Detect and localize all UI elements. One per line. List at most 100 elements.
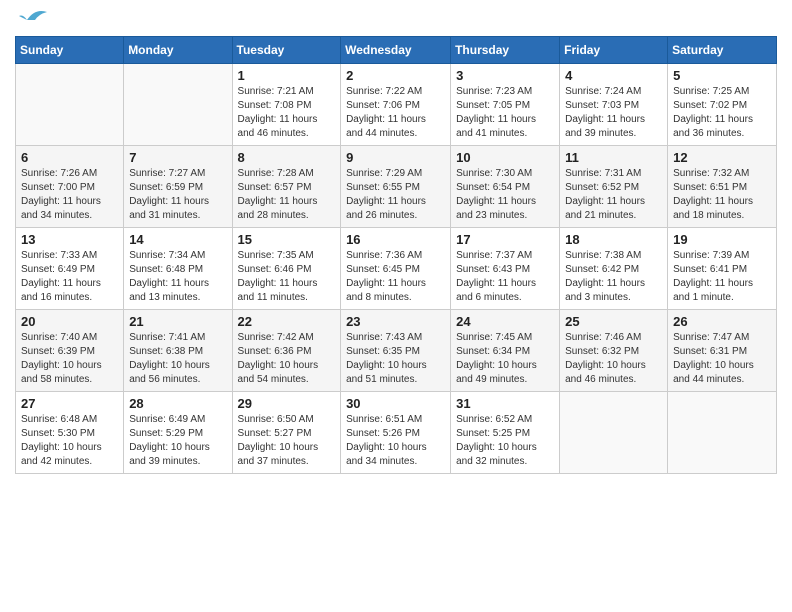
logo-bird-icon — [19, 6, 49, 28]
calendar-cell — [124, 64, 232, 146]
calendar-cell: 17Sunrise: 7:37 AMSunset: 6:43 PMDayligh… — [451, 228, 560, 310]
day-info: Sunrise: 7:39 AMSunset: 6:41 PMDaylight:… — [673, 249, 771, 305]
day-number: 14 — [129, 232, 226, 247]
calendar-week-row: 20Sunrise: 7:40 AMSunset: 6:39 PMDayligh… — [16, 310, 777, 392]
calendar-cell: 8 Sunrise: 7:28 AMSunset: 6:57 PMDaylight… — [232, 146, 341, 228]
day-info: Sunrise: 7:21 AMSunset: 7:08 PMDaylight:… — [238, 85, 336, 141]
page: SundayMondayTuesdayWednesdayThursdayFrid… — [0, 0, 792, 612]
calendar-cell: 7 Sunrise: 7:27 AMSunset: 6:59 PMDaylight… — [124, 146, 232, 228]
day-number: 10 — [456, 150, 554, 165]
day-info: Sunrise: 7:34 AMSunset: 6:48 PMDaylight:… — [129, 249, 226, 305]
day-info: Sunrise: 7:31 AMSunset: 6:52 PMDaylight:… — [565, 167, 662, 223]
calendar-header-row: SundayMondayTuesdayWednesdayThursdayFrid… — [16, 37, 777, 64]
day-number: 29 — [238, 396, 336, 411]
day-number: 11 — [565, 150, 662, 165]
day-info: Sunrise: 7:23 AMSunset: 7:05 PMDaylight:… — [456, 85, 554, 141]
day-number: 4 — [565, 68, 662, 83]
day-info: Sunrise: 7:22 AMSunset: 7:06 PMDaylight:… — [346, 85, 445, 141]
day-number: 17 — [456, 232, 554, 247]
day-number: 13 — [21, 232, 118, 247]
day-info: Sunrise: 7:42 AMSunset: 6:36 PMDaylight:… — [238, 331, 336, 387]
day-number: 16 — [346, 232, 445, 247]
calendar-cell: 30 Sunrise: 6:51 AMSunset: 5:26 PMDayligh… — [341, 392, 451, 474]
calendar-cell — [560, 392, 668, 474]
day-info: Sunrise: 7:35 AMSunset: 6:46 PMDaylight:… — [238, 249, 336, 305]
calendar-cell: 28 Sunrise: 6:49 AMSunset: 5:29 PMDayligh… — [124, 392, 232, 474]
day-number: 5 — [673, 68, 771, 83]
calendar-cell: 2 Sunrise: 7:22 AMSunset: 7:06 PMDaylight… — [341, 64, 451, 146]
weekday-header: Sunday — [16, 37, 124, 64]
day-number: 12 — [673, 150, 771, 165]
calendar-cell: 27 Sunrise: 6:48 AMSunset: 5:30 PMDayligh… — [16, 392, 124, 474]
day-info: Sunrise: 7:29 AMSunset: 6:55 PMDaylight:… — [346, 167, 445, 223]
day-number: 3 — [456, 68, 554, 83]
calendar-cell: 13Sunrise: 7:33 AMSunset: 6:49 PMDayligh… — [16, 228, 124, 310]
day-number: 18 — [565, 232, 662, 247]
weekday-header: Friday — [560, 37, 668, 64]
day-number: 25 — [565, 314, 662, 329]
day-info: Sunrise: 7:41 AMSunset: 6:38 PMDaylight:… — [129, 331, 226, 387]
calendar-week-row: 27 Sunrise: 6:48 AMSunset: 5:30 PMDayligh… — [16, 392, 777, 474]
calendar-cell: 10 Sunrise: 7:30 AMSunset: 6:54 PMDayligh… — [451, 146, 560, 228]
calendar-cell: 1Sunrise: 7:21 AMSunset: 7:08 PMDaylight… — [232, 64, 341, 146]
calendar-cell: 6Sunrise: 7:26 AMSunset: 7:00 PMDaylight… — [16, 146, 124, 228]
day-number: 27 — [21, 396, 118, 411]
day-number: 28 — [129, 396, 226, 411]
day-info: Sunrise: 7:47 AMSunset: 6:31 PMDaylight:… — [673, 331, 771, 387]
day-info: Sunrise: 7:28 AMSunset: 6:57 PMDaylight:… — [238, 167, 336, 223]
day-info: Sunrise: 7:30 AMSunset: 6:54 PMDaylight:… — [456, 167, 554, 223]
calendar-cell: 3 Sunrise: 7:23 AMSunset: 7:05 PMDaylight… — [451, 64, 560, 146]
day-number: 21 — [129, 314, 226, 329]
day-info: Sunrise: 6:51 AMSunset: 5:26 PMDaylight:… — [346, 413, 445, 469]
day-info: Sunrise: 6:52 AMSunset: 5:25 PMDaylight:… — [456, 413, 554, 469]
calendar-cell: 16Sunrise: 7:36 AMSunset: 6:45 PMDayligh… — [341, 228, 451, 310]
day-number: 20 — [21, 314, 118, 329]
day-info: Sunrise: 6:50 AMSunset: 5:27 PMDaylight:… — [238, 413, 336, 469]
calendar-cell: 24 Sunrise: 7:45 AMSunset: 6:34 PMDayligh… — [451, 310, 560, 392]
calendar-cell: 31Sunrise: 6:52 AMSunset: 5:25 PMDayligh… — [451, 392, 560, 474]
calendar-cell: 11 Sunrise: 7:31 AMSunset: 6:52 PMDayligh… — [560, 146, 668, 228]
day-number: 23 — [346, 314, 445, 329]
weekday-header: Wednesday — [341, 37, 451, 64]
day-info: Sunrise: 7:27 AMSunset: 6:59 PMDaylight:… — [129, 167, 226, 223]
day-number: 24 — [456, 314, 554, 329]
calendar-cell: 21 Sunrise: 7:41 AMSunset: 6:38 PMDayligh… — [124, 310, 232, 392]
day-number: 22 — [238, 314, 336, 329]
calendar-cell: 23 Sunrise: 7:43 AMSunset: 6:35 PMDayligh… — [341, 310, 451, 392]
day-number: 19 — [673, 232, 771, 247]
day-info: Sunrise: 7:32 AMSunset: 6:51 PMDaylight:… — [673, 167, 771, 223]
calendar-cell: 5 Sunrise: 7:25 AMSunset: 7:02 PMDaylight… — [668, 64, 777, 146]
calendar-cell: 19 Sunrise: 7:39 AMSunset: 6:41 PMDayligh… — [668, 228, 777, 310]
calendar-week-row: 13Sunrise: 7:33 AMSunset: 6:49 PMDayligh… — [16, 228, 777, 310]
calendar-cell — [668, 392, 777, 474]
day-number: 30 — [346, 396, 445, 411]
calendar-cell: 12 Sunrise: 7:32 AMSunset: 6:51 PMDayligh… — [668, 146, 777, 228]
calendar-table: SundayMondayTuesdayWednesdayThursdayFrid… — [15, 36, 777, 474]
weekday-header: Tuesday — [232, 37, 341, 64]
calendar-cell: 18 Sunrise: 7:38 AMSunset: 6:42 PMDayligh… — [560, 228, 668, 310]
header — [15, 10, 777, 28]
day-info: Sunrise: 7:45 AMSunset: 6:34 PMDaylight:… — [456, 331, 554, 387]
calendar-cell: 4 Sunrise: 7:24 AMSunset: 7:03 PMDaylight… — [560, 64, 668, 146]
calendar-cell — [16, 64, 124, 146]
day-info: Sunrise: 6:49 AMSunset: 5:29 PMDaylight:… — [129, 413, 226, 469]
weekday-header: Monday — [124, 37, 232, 64]
day-info: Sunrise: 7:46 AMSunset: 6:32 PMDaylight:… — [565, 331, 662, 387]
day-info: Sunrise: 7:38 AMSunset: 6:42 PMDaylight:… — [565, 249, 662, 305]
day-number: 8 — [238, 150, 336, 165]
weekday-header: Saturday — [668, 37, 777, 64]
day-info: Sunrise: 7:24 AMSunset: 7:03 PMDaylight:… — [565, 85, 662, 141]
calendar-cell: 20Sunrise: 7:40 AMSunset: 6:39 PMDayligh… — [16, 310, 124, 392]
weekday-header: Thursday — [451, 37, 560, 64]
day-number: 6 — [21, 150, 118, 165]
day-info: Sunrise: 7:25 AMSunset: 7:02 PMDaylight:… — [673, 85, 771, 141]
day-info: Sunrise: 6:48 AMSunset: 5:30 PMDaylight:… — [21, 413, 118, 469]
calendar-cell: 29 Sunrise: 6:50 AMSunset: 5:27 PMDayligh… — [232, 392, 341, 474]
day-number: 2 — [346, 68, 445, 83]
day-info: Sunrise: 7:43 AMSunset: 6:35 PMDaylight:… — [346, 331, 445, 387]
calendar-cell: 9 Sunrise: 7:29 AMSunset: 6:55 PMDaylight… — [341, 146, 451, 228]
calendar-cell: 26Sunrise: 7:47 AMSunset: 6:31 PMDayligh… — [668, 310, 777, 392]
day-number: 9 — [346, 150, 445, 165]
day-number: 7 — [129, 150, 226, 165]
calendar-cell: 15Sunrise: 7:35 AMSunset: 6:46 PMDayligh… — [232, 228, 341, 310]
